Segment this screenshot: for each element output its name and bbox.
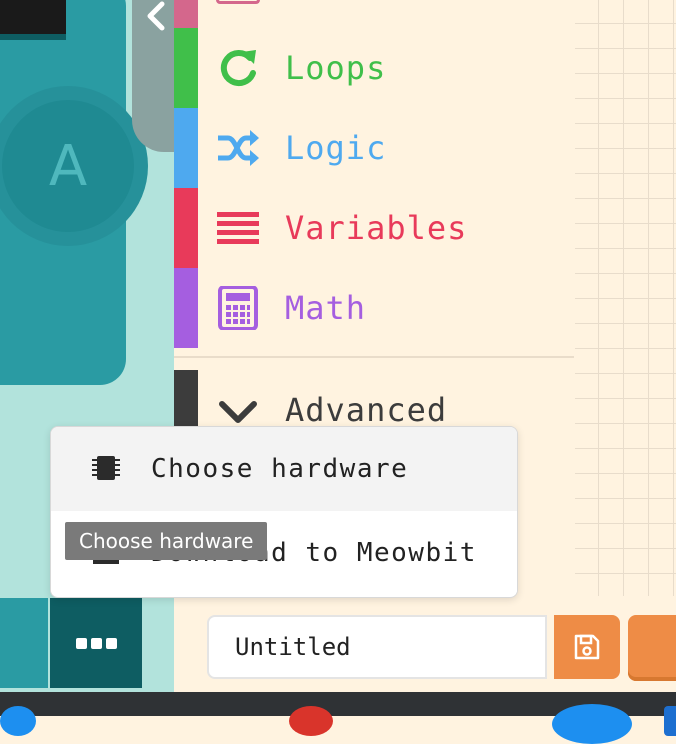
category-color-bar: [174, 268, 198, 348]
simulator-toolbar-left: [0, 598, 48, 688]
more-dot-icon: [105, 637, 117, 649]
category-label: Loops: [285, 49, 387, 87]
refresh-icon: [220, 50, 256, 87]
toolbox-category-variables[interactable]: Variables: [174, 188, 574, 268]
menu-item-label: Choose hardware: [151, 454, 409, 484]
category-color-bar: [174, 28, 198, 108]
taskbar-app-icon[interactable]: [0, 706, 36, 736]
toolbox-category-loops[interactable]: Loops: [174, 28, 574, 108]
category-color-bar: [174, 188, 198, 268]
os-taskbar: [0, 692, 676, 744]
tooltip: Choose hardware: [65, 522, 268, 560]
taskbar-app-icon[interactable]: [289, 706, 333, 736]
button-a-label: A: [48, 133, 88, 199]
taskbar-app-icon[interactable]: [552, 704, 632, 744]
blocks-workspace[interactable]: [575, 0, 676, 692]
shuffle-icon: [218, 130, 259, 166]
chevron-left-icon[interactable]: [144, 0, 168, 32]
category-label: Math: [285, 289, 367, 327]
list-icon: [217, 212, 259, 244]
calculator-icon: [218, 286, 258, 330]
taskbar-app-icon[interactable]: [664, 706, 676, 736]
save-button[interactable]: [554, 615, 620, 679]
category-color-bar: [174, 0, 198, 28]
more-options-menu: Choose hardware Download to Meowbit: [50, 426, 518, 598]
toolbox-category-advanced[interactable]: Advanced: [285, 390, 447, 430]
chip-icon: [92, 456, 120, 480]
category-label: Logic: [285, 129, 387, 167]
category-icon-partial: [216, 0, 260, 4]
more-options-button[interactable]: [50, 598, 142, 688]
project-save-bar: [174, 596, 676, 692]
category-color-bar: [174, 108, 198, 188]
simulator-screen: [0, 0, 66, 40]
more-dot-icon: [75, 637, 87, 649]
toolbox-divider: [174, 356, 574, 358]
button-a[interactable]: A: [2, 100, 134, 232]
menu-item-choose-hardware[interactable]: Choose hardware: [51, 427, 517, 511]
project-name-input[interactable]: [207, 615, 547, 679]
floppy-disk-icon: [574, 634, 600, 660]
toolbar-action-button[interactable]: [628, 615, 676, 681]
toolbox-category-logic[interactable]: Logic: [174, 108, 574, 188]
more-dot-icon: [90, 637, 102, 649]
toolbox-category-math[interactable]: Math: [174, 268, 574, 348]
category-label: Variables: [285, 209, 468, 247]
